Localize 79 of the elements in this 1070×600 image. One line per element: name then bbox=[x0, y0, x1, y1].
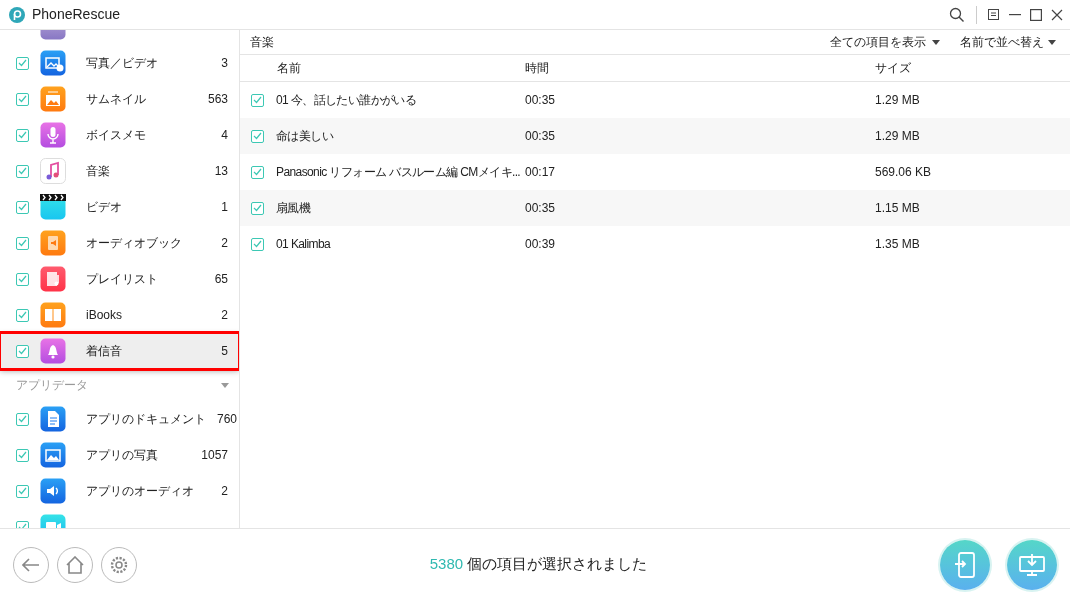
filter-dropdown[interactable]: 全ての項目を表示 bbox=[830, 33, 940, 51]
sort-dropdown[interactable]: 名前で並べ替え bbox=[960, 33, 1056, 51]
table-cell-text: 569.06 KB bbox=[875, 164, 932, 181]
checkbox[interactable] bbox=[16, 344, 29, 358]
checkbox[interactable] bbox=[16, 200, 29, 214]
app-audio-app-icon bbox=[40, 478, 66, 504]
checkbox[interactable] bbox=[16, 92, 29, 106]
thumbnail-app-icon bbox=[40, 86, 66, 112]
settings-icon bbox=[109, 554, 129, 575]
caret-icon bbox=[932, 39, 940, 45]
monitor-download-icon bbox=[1019, 552, 1045, 577]
checkbox[interactable] bbox=[16, 448, 29, 462]
table-cell-text: 00:35 bbox=[525, 200, 557, 217]
app-photo-app-icon bbox=[40, 442, 66, 468]
menu-icon[interactable] bbox=[986, 7, 1000, 22]
close-icon[interactable] bbox=[1050, 7, 1064, 22]
table-cell-text: Panasonic リフォーム バスルーム編 CMメイキ... bbox=[276, 164, 521, 181]
checkbox[interactable] bbox=[251, 237, 264, 251]
sidebar-item[interactable]: オーディオブック 2 bbox=[0, 225, 239, 261]
table-cell-text: 1.29 MB bbox=[875, 92, 920, 109]
voice-app-icon bbox=[40, 122, 66, 148]
table-cell-text: 1.29 MB bbox=[875, 128, 920, 145]
table-cell-text: 01 今、話したい誰かがいる bbox=[276, 92, 417, 109]
ibooks-app-icon bbox=[40, 302, 66, 328]
table-cell-text: 01 Kalimba bbox=[276, 236, 331, 253]
home-icon bbox=[65, 555, 85, 574]
table-cell-text: 00:35 bbox=[525, 92, 557, 109]
audiobook-app-icon bbox=[40, 230, 66, 256]
sidebar-item[interactable]: 音楽 13 bbox=[0, 153, 239, 189]
table-cell-text: 00:35 bbox=[525, 128, 557, 145]
checkbox[interactable] bbox=[16, 128, 29, 142]
column-header[interactable]: サイズ bbox=[875, 59, 911, 77]
table-cell-text: 00:17 bbox=[525, 164, 557, 181]
table-cell-text: 00:39 bbox=[525, 236, 557, 253]
checkbox[interactable] bbox=[251, 129, 264, 143]
sidebar-item[interactable]: アプリのドキュメント 760 bbox=[0, 401, 239, 437]
back-arrow-icon bbox=[22, 557, 40, 572]
video-app-icon bbox=[40, 194, 66, 220]
sidebar-item[interactable]: プレイリスト 65 bbox=[0, 261, 239, 297]
sidebar-item[interactable]: 写真／ビデオ 3 bbox=[0, 45, 239, 81]
checkbox[interactable] bbox=[16, 308, 29, 322]
checkbox[interactable] bbox=[16, 56, 29, 70]
selection-status: 5380 個の項目が選択されました bbox=[429, 554, 648, 575]
checkbox[interactable] bbox=[251, 201, 264, 215]
sidebar-item[interactable]: 着信音 5 bbox=[0, 333, 239, 369]
music-app-icon bbox=[40, 158, 66, 184]
sidebar-item[interactable]: ビデオ 1 bbox=[0, 189, 239, 225]
sidebar-item[interactable]: サムネイル 563 bbox=[0, 81, 239, 117]
maximize-icon[interactable] bbox=[1029, 7, 1043, 22]
section-header: アプリデータ bbox=[16, 377, 89, 394]
sidebar-item[interactable]: iBooks 2 bbox=[0, 297, 239, 333]
column-header[interactable]: 時間 bbox=[525, 59, 875, 77]
section-title: 音楽 bbox=[250, 34, 274, 51]
table-cell-text: 1.35 MB bbox=[875, 236, 920, 253]
caret-icon bbox=[1048, 39, 1056, 45]
app-logo-icon bbox=[9, 6, 25, 23]
table-cell-text: 命は美しい bbox=[276, 128, 333, 145]
caret-icon[interactable] bbox=[221, 382, 229, 388]
sidebar-item[interactable]: アプリの写真 1057 bbox=[0, 437, 239, 473]
window-title: PhoneRescue bbox=[32, 5, 120, 24]
checkbox[interactable] bbox=[16, 236, 29, 250]
checkbox[interactable] bbox=[251, 165, 264, 179]
column-header[interactable]: 名前 bbox=[240, 59, 525, 77]
checkbox[interactable] bbox=[251, 93, 264, 107]
checkbox[interactable] bbox=[16, 164, 29, 178]
table-cell-text: 扇風機 bbox=[276, 200, 311, 217]
checkbox[interactable] bbox=[16, 412, 29, 426]
app-doc-app-icon bbox=[40, 406, 66, 432]
sidebar-item[interactable]: アプリのオーディオ 2 bbox=[0, 473, 239, 509]
table-cell-text: 1.15 MB bbox=[875, 200, 920, 217]
photos-video-app-icon bbox=[40, 50, 66, 76]
checkbox[interactable] bbox=[16, 272, 29, 286]
export-to-computer-button[interactable] bbox=[1007, 539, 1057, 590]
phone-arrow-icon bbox=[954, 551, 976, 578]
checkbox[interactable] bbox=[16, 484, 29, 498]
sidebar-item[interactable]: ボイスメモ 4 bbox=[0, 117, 239, 153]
export-to-device-button[interactable] bbox=[940, 539, 990, 590]
ringtone-app-icon bbox=[40, 338, 66, 364]
playlist-app-icon bbox=[40, 266, 66, 292]
